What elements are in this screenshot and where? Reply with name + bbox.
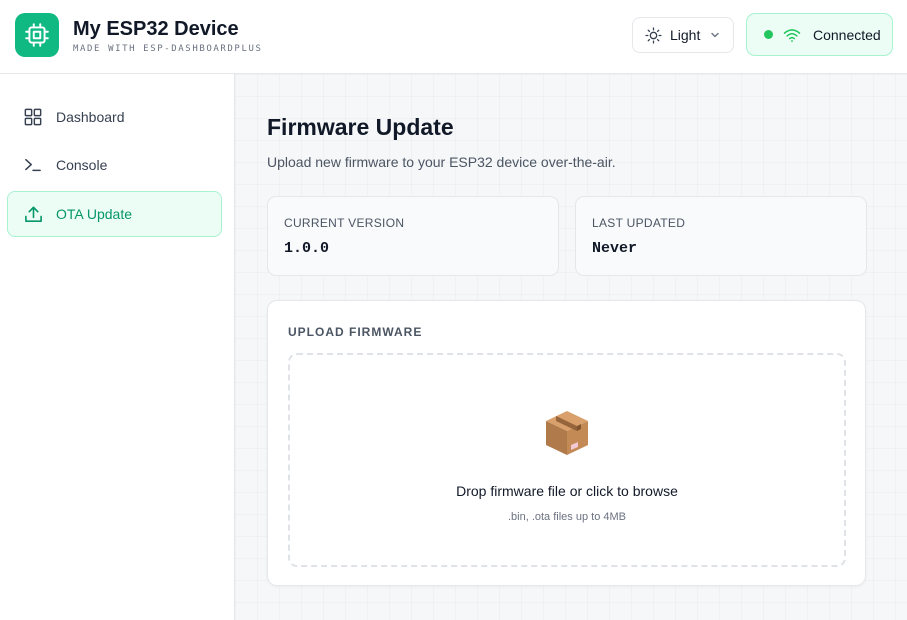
theme-label: Light xyxy=(670,27,701,43)
firmware-dropzone[interactable]: Drop firmware file or click to browse .b… xyxy=(288,353,846,567)
theme-dropdown[interactable]: Light xyxy=(632,17,734,53)
connection-status-badge: Connected xyxy=(746,13,893,56)
status-dot xyxy=(764,30,773,39)
current-version-card: CURRENT VERSION 1.0.0 xyxy=(267,196,559,276)
sidebar-item-label: Dashboard xyxy=(56,109,125,125)
connection-label: Connected xyxy=(813,26,881,43)
sidebar: Dashboard Console OTA Update xyxy=(0,74,235,620)
last-updated-label: LAST UPDATED xyxy=(592,216,686,230)
page-title: Firmware Update xyxy=(267,114,454,140)
app-title: My ESP32 Device xyxy=(73,18,239,40)
dropzone-prompt: Drop firmware file or click to browse xyxy=(456,483,678,499)
sidebar-item-dashboard[interactable]: Dashboard xyxy=(7,94,222,140)
dropzone-hint: .bin, .ota files up to 4MB xyxy=(507,511,626,523)
upload-firmware-card: UPLOAD FIRMWARE Drop firmware file or cl… xyxy=(267,300,866,586)
chevron-down-icon xyxy=(710,30,720,40)
sidebar-item-ota-update[interactable]: OTA Update xyxy=(7,191,222,237)
sidebar-item-console[interactable]: Console xyxy=(7,142,222,188)
top-header: My ESP32 Device MADE WITH ESP-DASHBOARDP… xyxy=(0,0,907,74)
page-description: Upload new firmware to your ESP32 device… xyxy=(267,154,616,170)
last-updated-card: LAST UPDATED Never xyxy=(575,196,867,276)
sidebar-item-label: OTA Update xyxy=(56,206,133,222)
app-subtitle: MADE WITH ESP-DASHBOARDPLUS xyxy=(73,44,263,54)
sun-icon xyxy=(645,26,662,44)
terminal-icon xyxy=(23,157,43,173)
grid-icon xyxy=(23,108,43,126)
upload-section-label: UPLOAD FIRMWARE xyxy=(288,325,423,339)
sidebar-item-label: Console xyxy=(56,157,108,173)
upload-icon xyxy=(23,205,43,224)
chip-icon xyxy=(15,13,59,57)
app-window: My ESP32 Device MADE WITH ESP-DASHBOARDP… xyxy=(0,0,907,620)
last-updated-value: Never xyxy=(592,240,638,257)
current-version-label: CURRENT VERSION xyxy=(284,216,405,230)
wifi-icon xyxy=(783,27,801,43)
package-icon xyxy=(544,409,590,457)
main-content: Firmware Update Upload new firmware to y… xyxy=(235,74,907,620)
current-version-value: 1.0.0 xyxy=(284,240,330,257)
